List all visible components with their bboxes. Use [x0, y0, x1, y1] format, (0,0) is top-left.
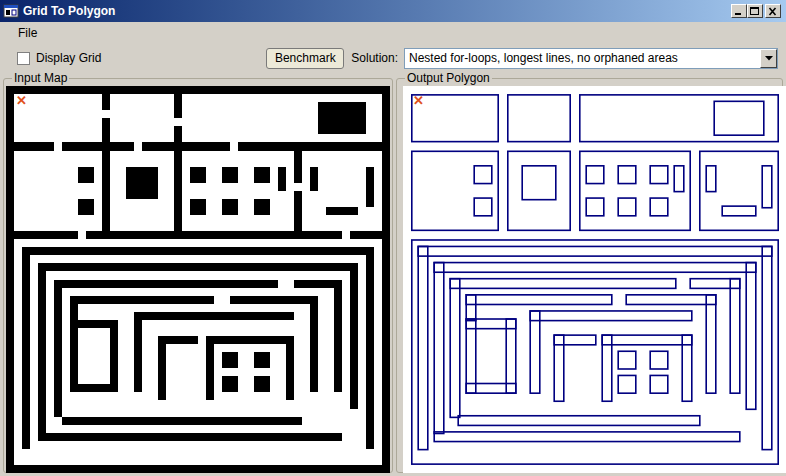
solution-select[interactable]: Nested for-loops, longest lines, no orph…	[404, 48, 778, 69]
menu-bar: File	[0, 22, 786, 44]
solution-label: Solution:	[351, 49, 398, 67]
input-map-drawing	[6, 86, 390, 473]
maximize-button[interactable]	[747, 4, 763, 18]
window-title: Grid To Polygon	[23, 2, 115, 20]
output-polygon-drawing	[403, 86, 786, 473]
app-icon	[3, 3, 19, 19]
display-grid-checkbox[interactable]: Display Grid	[17, 49, 101, 67]
close-button[interactable]	[765, 4, 781, 18]
panel-title: Input Map	[12, 72, 69, 85]
output-polygon-panel: Output Polygon ✕	[396, 72, 783, 473]
input-map-panel: Input Map ✕	[3, 72, 393, 473]
minimize-button[interactable]	[731, 4, 747, 18]
toolbar: Display Grid Benchmark Solution: Nested for…	[0, 44, 786, 72]
close-icon	[768, 7, 778, 16]
title-bar: Grid To Polygon	[0, 0, 786, 22]
map-canvas: ✕	[6, 86, 390, 473]
map-canvas: ✕	[403, 86, 786, 473]
panel-title: Output Polygon	[405, 72, 492, 85]
panels: Input Map ✕ Output Polygon ✕	[0, 72, 786, 476]
start-marker: ✕	[16, 94, 27, 107]
menu-item[interactable]: File	[12, 24, 43, 42]
maximize-icon	[750, 7, 760, 16]
app-window: Grid To Polygon File Display Grid Benchmark…	[0, 0, 786, 476]
start-marker: ✕	[413, 94, 424, 107]
dropdown-arrow-icon	[765, 56, 773, 61]
minimize-icon	[734, 7, 744, 16]
benchmark-button[interactable]: Benchmark	[266, 48, 344, 69]
